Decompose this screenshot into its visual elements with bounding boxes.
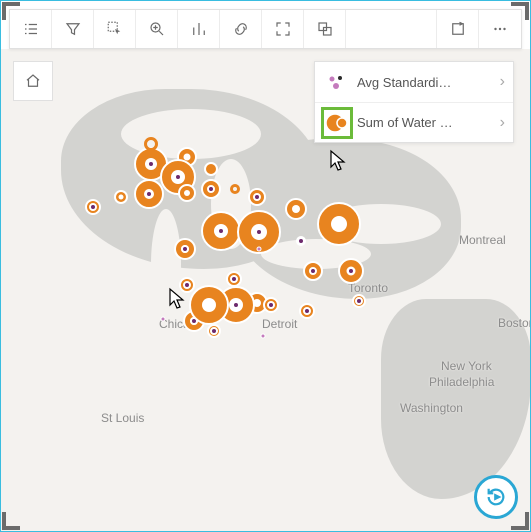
city-label: Philadelphia xyxy=(429,375,494,389)
data-dot xyxy=(253,193,261,201)
data-dot xyxy=(217,227,225,235)
data-dot xyxy=(174,173,182,181)
bubbles-swatch-icon xyxy=(323,109,351,137)
data-bubble[interactable] xyxy=(114,190,128,204)
data-bubble[interactable] xyxy=(189,285,229,325)
data-bubble[interactable] xyxy=(317,202,361,246)
data-bubble[interactable] xyxy=(299,303,315,319)
link-icon xyxy=(232,20,250,38)
toolbar-spacer xyxy=(346,10,437,48)
city-label: Montreal xyxy=(459,233,506,247)
overlap-icon xyxy=(316,20,334,38)
home-button[interactable] xyxy=(13,61,53,101)
filter-button[interactable] xyxy=(52,10,94,48)
data-dot xyxy=(232,301,240,309)
city-label: Washington xyxy=(400,401,463,415)
data-dot xyxy=(255,228,263,236)
data-dot xyxy=(355,297,363,305)
data-bubble[interactable] xyxy=(285,198,307,220)
data-bubble[interactable] xyxy=(174,238,196,260)
data-bubble[interactable] xyxy=(204,162,218,176)
action-button[interactable] xyxy=(474,475,518,519)
list-icon xyxy=(22,20,40,38)
data-bubble[interactable] xyxy=(179,277,195,293)
data-bubble[interactable] xyxy=(248,188,266,206)
data-bubble[interactable] xyxy=(85,199,101,215)
data-dot xyxy=(207,185,215,193)
city-label: Boston xyxy=(498,316,530,330)
select-button[interactable] xyxy=(94,10,136,48)
funnel-icon xyxy=(64,20,82,38)
dots-swatch-icon xyxy=(323,68,351,96)
data-dot xyxy=(210,327,218,335)
data-bubble[interactable] xyxy=(338,258,364,284)
data-bubble[interactable] xyxy=(296,236,306,246)
zoom-in-icon xyxy=(148,20,166,38)
city-label: Detroit xyxy=(262,317,297,331)
legend-panel: Avg Standardi… › Sum of Water … › xyxy=(314,61,514,143)
data-bubble[interactable] xyxy=(352,294,366,308)
data-dot xyxy=(303,307,311,315)
data-dot xyxy=(230,275,238,283)
data-ring xyxy=(144,137,158,151)
legend-label: Sum of Water … xyxy=(357,115,494,130)
legend-item-sum-water[interactable]: Sum of Water … › xyxy=(315,102,513,142)
bars-icon xyxy=(190,20,208,38)
home-icon xyxy=(24,72,42,90)
data-dot xyxy=(145,190,153,198)
more-icon xyxy=(491,20,509,38)
action-arrow-icon xyxy=(485,486,507,508)
flip-button[interactable] xyxy=(437,10,479,48)
flip-icon xyxy=(449,20,467,38)
extent-button[interactable] xyxy=(262,10,304,48)
legend-item-avg-standardized[interactable]: Avg Standardi… › xyxy=(315,62,513,102)
legend-label: Avg Standardi… xyxy=(357,75,494,90)
link-button[interactable] xyxy=(220,10,262,48)
marquee-cursor-icon xyxy=(106,20,124,38)
data-dot xyxy=(257,247,262,252)
city-label: St Louis xyxy=(101,411,144,425)
data-dot xyxy=(297,237,305,245)
data-bubble[interactable] xyxy=(303,261,323,281)
expand-icon xyxy=(274,20,292,38)
data-dot xyxy=(147,160,155,168)
data-dot xyxy=(261,334,266,339)
layers-button[interactable] xyxy=(10,10,52,48)
data-bubble[interactable] xyxy=(263,297,279,313)
data-dot xyxy=(89,203,97,211)
data-dot xyxy=(267,301,275,309)
chevron-right-icon: › xyxy=(500,73,505,91)
chart-button[interactable] xyxy=(178,10,220,48)
data-bubble[interactable] xyxy=(207,324,221,338)
data-bubble[interactable] xyxy=(201,211,241,251)
map-card: Montreal Toronto Detroit Chicago Boston … xyxy=(0,0,531,532)
copy-button[interactable] xyxy=(304,10,346,48)
map-toolbar xyxy=(9,9,522,49)
data-dot xyxy=(181,245,189,253)
data-dot xyxy=(347,267,355,275)
data-dot xyxy=(161,317,166,322)
more-button[interactable] xyxy=(479,10,521,48)
data-bubble[interactable] xyxy=(178,184,196,202)
data-ring xyxy=(230,184,240,194)
data-bubble[interactable] xyxy=(201,179,221,199)
data-dot xyxy=(309,267,317,275)
data-bubble[interactable] xyxy=(226,271,242,287)
chevron-right-icon: › xyxy=(500,114,505,132)
data-dot xyxy=(183,281,191,289)
data-bubble[interactable] xyxy=(134,179,164,209)
city-label: New York xyxy=(441,359,492,373)
zoom-button[interactable] xyxy=(136,10,178,48)
